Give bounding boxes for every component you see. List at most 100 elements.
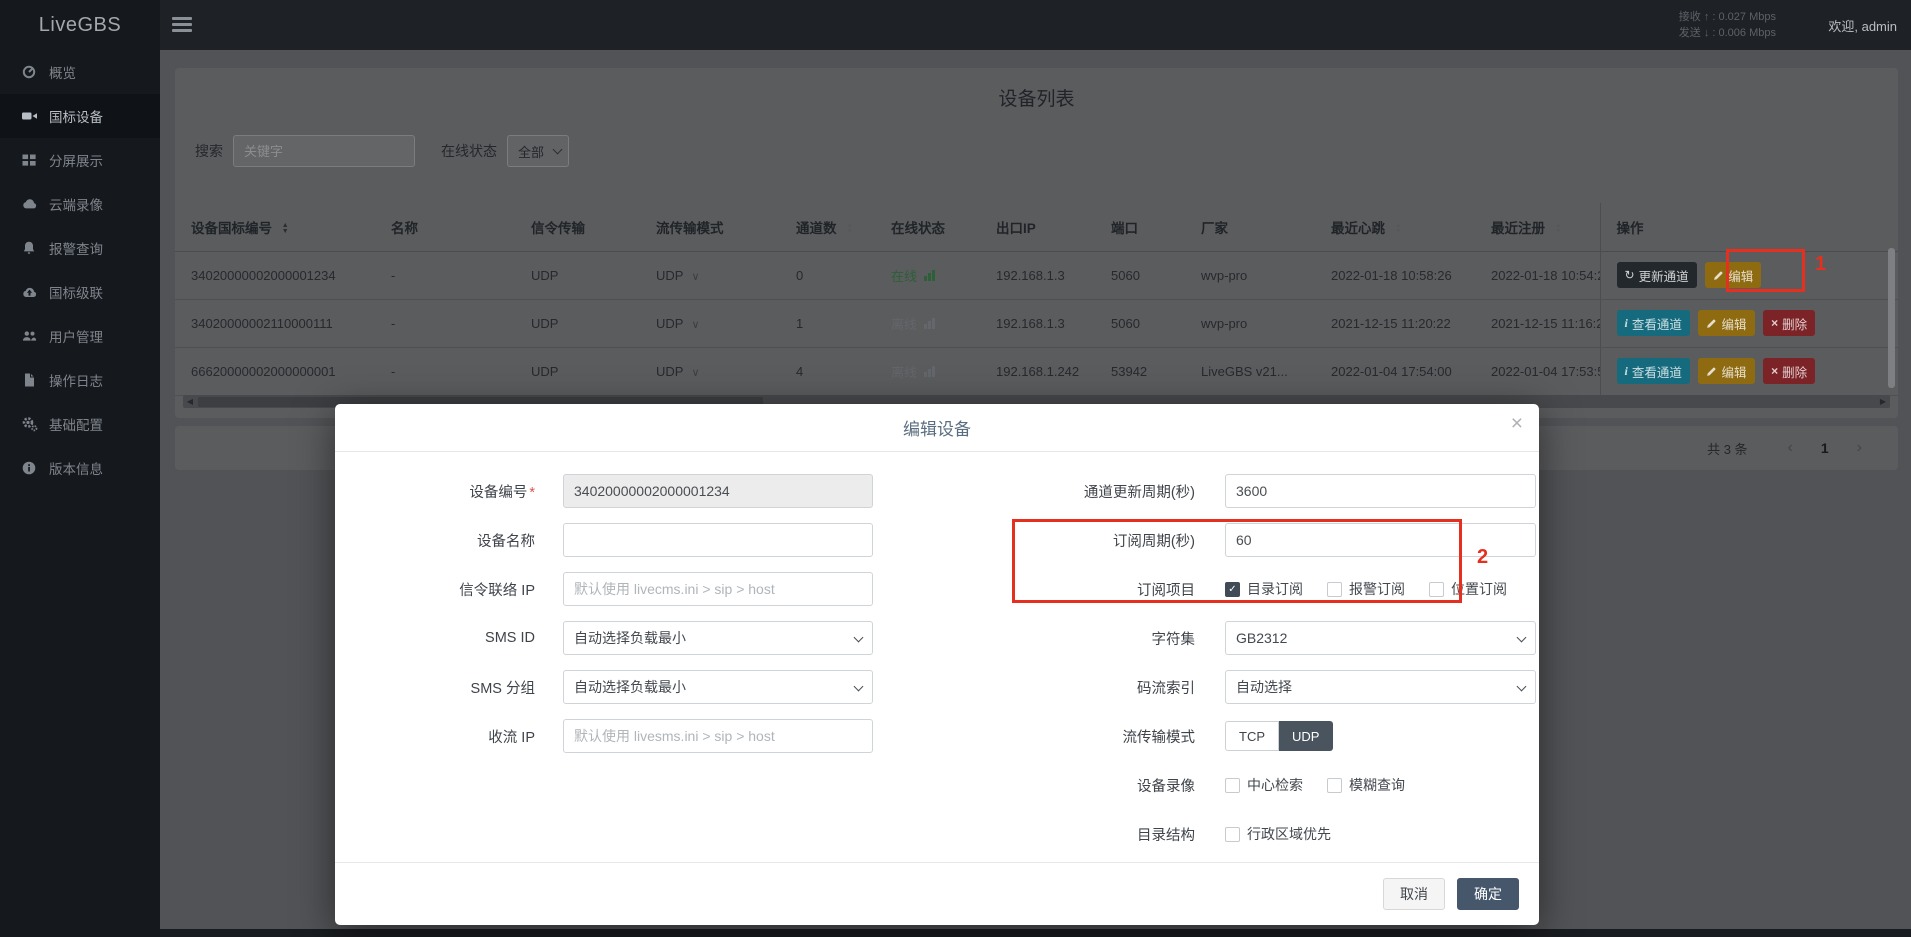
cell-vendor: wvp-pro [1185, 299, 1315, 347]
chevron-down-icon: ∨ [691, 319, 699, 331]
stream-index-select[interactable]: 自动选择 [1225, 670, 1536, 704]
cell-actions: ↻更新通道 编辑 [1600, 251, 1898, 299]
sidebar-item-overview[interactable]: 概览 [0, 50, 160, 94]
sort-icon[interactable]: ▲▼ [846, 223, 853, 235]
checkbox-checked-icon: ✓ [1225, 582, 1240, 597]
sidebar-item-cloud-record[interactable]: 云端录像 [0, 182, 160, 226]
scroll-right-icon[interactable]: ▶ [1876, 395, 1890, 408]
page-number[interactable]: 1 [1807, 440, 1843, 456]
sidebar-item-version-info[interactable]: 版本信息 [0, 446, 160, 490]
view-channels-button[interactable]: i查看通道 [1617, 358, 1690, 384]
edit-pencil-icon [1706, 366, 1717, 377]
device-list-panel: 设备列表 搜索 在线状态 全部 设备国标编号 ▲▼ 名称 信令传输 流传输模式 … [175, 68, 1898, 418]
col-ip: 出口IP [980, 203, 1095, 251]
cell-name: - [375, 347, 515, 395]
online-status-select[interactable]: 全部 [507, 135, 569, 167]
edit-device-button[interactable]: 编辑 [1705, 262, 1761, 288]
cell-device-id: 34020000002000001234 [175, 251, 375, 299]
fuzzy-query-checkbox[interactable]: 模糊查询 [1327, 775, 1405, 795]
send-rate: 发送 ↓ : 0.006 Mbps [1679, 25, 1776, 41]
edit-device-button[interactable]: 编辑 [1698, 358, 1754, 384]
edit-device-button[interactable]: 编辑 [1698, 310, 1754, 336]
next-page-icon[interactable]: › [1843, 439, 1876, 457]
chevron-down-icon [553, 145, 563, 155]
sidebar-item-gb-devices[interactable]: 国标设备 [0, 94, 160, 138]
view-channels-button[interactable]: i查看通道 [1617, 310, 1690, 336]
info-icon: i [1625, 317, 1628, 329]
sidebar-item-user-management[interactable]: 用户管理 [0, 314, 160, 358]
charset-label: 字符集 [905, 628, 1195, 649]
receive-rate: 接收 ↑ : 0.027 Mbps [1679, 9, 1776, 25]
sms-id-select[interactable]: 自动选择负载最小 [563, 621, 873, 655]
cell-vendor: wvp-pro [1185, 251, 1315, 299]
required-asterisk: * [529, 485, 535, 501]
recv-ip-field[interactable] [563, 719, 873, 753]
tcp-option[interactable]: TCP [1225, 721, 1279, 751]
search-label: 搜索 [195, 141, 223, 161]
info-icon: i [1625, 365, 1628, 377]
sidebar-item-basic-config[interactable]: 基础配置 [0, 402, 160, 446]
cell-stream-mode[interactable]: UDP∨ [640, 251, 780, 299]
prev-page-icon[interactable]: ‹ [1774, 439, 1807, 457]
welcome-user[interactable]: 欢迎, admin [1828, 0, 1897, 50]
dir-structure-label: 目录结构 [905, 824, 1195, 845]
confirm-button[interactable]: 确定 [1457, 878, 1519, 910]
col-device-id[interactable]: 设备国标编号 ▲▼ [175, 203, 375, 251]
vertical-scrollbar[interactable] [1888, 248, 1895, 388]
sms-group-select[interactable]: 自动选择负载最小 [563, 670, 873, 704]
sidebar-item-split-screen[interactable]: 分屏展示 [0, 138, 160, 182]
cell-stream-mode[interactable]: UDP∨ [640, 347, 780, 395]
traffic-chart-icon [924, 366, 935, 377]
cell-heartbeat: 2022-01-04 17:54:00 [1315, 347, 1475, 395]
col-channels[interactable]: 通道数 ▲▼ [780, 203, 875, 251]
traffic-chart-icon[interactable] [924, 270, 935, 281]
cell-device-id: 34020000002110000111 [175, 299, 375, 347]
sidebar-item-gb-cascade[interactable]: 国标级联 [0, 270, 160, 314]
users-icon [20, 328, 38, 344]
col-vendor: 厂家 [1185, 203, 1315, 251]
cell-registered: 2021-12-15 11:16:22 [1475, 299, 1600, 347]
alarm-subscribe-checkbox[interactable]: 报警订阅 [1327, 579, 1405, 599]
col-registered[interactable]: 最近注册 ▲▼ [1475, 203, 1600, 251]
cell-ip: 192.168.1.3 [980, 299, 1095, 347]
subscribe-items-label: 订阅项目 [905, 579, 1195, 600]
total-count: 共 3 条 [1707, 439, 1747, 458]
sort-icon[interactable]: ▲▼ [1395, 223, 1402, 235]
admin-region-priority-checkbox[interactable]: 行政区域优先 [1225, 824, 1331, 844]
cell-device-id: 66620000002000000001 [175, 347, 375, 395]
search-input[interactable] [233, 135, 415, 167]
cell-transport: UDP [515, 347, 640, 395]
position-subscribe-checkbox[interactable]: 位置订阅 [1429, 579, 1507, 599]
stream-mode-toggle: TCP UDP [1225, 721, 1333, 751]
cancel-button[interactable]: 取消 [1383, 878, 1445, 910]
delete-device-button[interactable]: ×删除 [1763, 358, 1815, 384]
col-heartbeat[interactable]: 最近心跳 ▲▼ [1315, 203, 1475, 251]
col-transport: 信令传输 [515, 203, 640, 251]
subscribe-period-field[interactable] [1225, 523, 1536, 557]
cell-stream-mode[interactable]: UDP∨ [640, 299, 780, 347]
cell-port: 53942 [1095, 347, 1185, 395]
delete-device-button[interactable]: ×删除 [1763, 310, 1815, 336]
hamburger-menu-icon[interactable] [172, 17, 192, 33]
center-search-checkbox[interactable]: 中心检索 [1225, 775, 1303, 795]
close-icon[interactable]: × [1511, 413, 1523, 434]
device-table: 设备国标编号 ▲▼ 名称 信令传输 流传输模式 通道数 ▲▼ 在线状态 出口IP… [175, 203, 1898, 396]
edit-pencil-icon [1706, 318, 1717, 329]
col-online-status: 在线状态 [875, 203, 980, 251]
cell-status[interactable]: 在线 [875, 251, 980, 299]
sip-ip-field[interactable] [563, 572, 873, 606]
scroll-left-icon[interactable]: ◀ [183, 395, 197, 408]
sort-icon[interactable]: ▲▼ [282, 223, 289, 235]
sidebar-item-operation-log[interactable]: 操作日志 [0, 358, 160, 402]
charset-select[interactable]: GB2312 [1225, 621, 1536, 655]
edit-pencil-icon [1713, 270, 1724, 281]
udp-option[interactable]: UDP [1279, 721, 1333, 751]
refresh-channels-button[interactable]: ↻更新通道 [1617, 262, 1697, 288]
sort-icon[interactable]: ▲▼ [1555, 223, 1562, 235]
catalog-subscribe-checkbox[interactable]: ✓ 目录订阅 [1225, 579, 1303, 599]
channel-refresh-field[interactable] [1225, 474, 1536, 508]
sidebar-item-alarm-query[interactable]: 报警查询 [0, 226, 160, 270]
video-camera-icon [20, 108, 38, 124]
device-name-field[interactable] [563, 523, 873, 557]
sms-id-label: SMS ID [335, 630, 535, 646]
